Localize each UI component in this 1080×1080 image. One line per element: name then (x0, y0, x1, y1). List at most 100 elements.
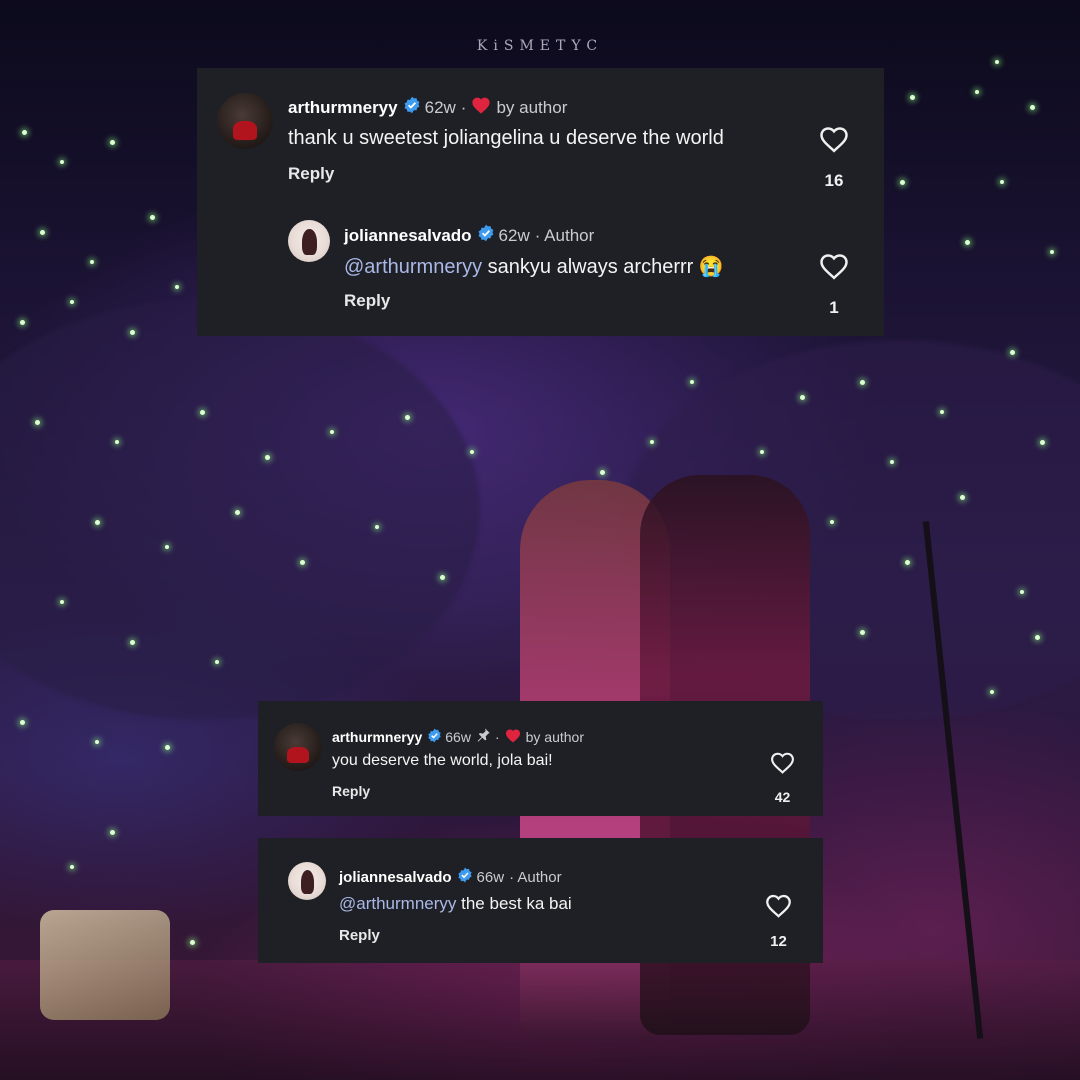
glow-stick (20, 720, 25, 725)
glow-stick (200, 410, 205, 415)
username[interactable]: joliannesalvado (344, 226, 472, 246)
comment-text: @arthurmneryy the best ka bai (339, 894, 572, 914)
glow-stick (165, 745, 170, 750)
glow-stick (600, 470, 605, 475)
verified-badge-icon (427, 728, 442, 746)
avatar[interactable] (288, 862, 326, 900)
glow-stick (70, 865, 74, 869)
verified-badge-icon (477, 224, 495, 247)
glow-stick (60, 600, 64, 604)
glow-stick (22, 130, 27, 135)
comment-text: thank u sweetest joliangelina u deserve … (288, 127, 724, 149)
username[interactable]: joliannesalvado (339, 869, 452, 886)
glow-stick (830, 520, 834, 524)
comment-age: 66w (445, 728, 471, 745)
glow-stick (35, 420, 40, 425)
glow-stick (1000, 180, 1004, 184)
reply-button[interactable]: Reply (339, 927, 380, 944)
glow-stick (1035, 635, 1040, 640)
like-heart-icon[interactable] (819, 252, 849, 285)
author-liked-heart-icon (471, 96, 491, 119)
comment-text: you deserve the world, jola bai! (332, 752, 553, 769)
avatar[interactable] (217, 93, 273, 149)
glow-stick (905, 560, 910, 565)
glow-stick (215, 660, 219, 664)
comment-card: joliannesalvado 66w · Author @arthurmner… (258, 838, 823, 963)
like-heart-icon[interactable] (819, 125, 849, 158)
glow-stick (150, 215, 155, 220)
glow-stick (860, 630, 865, 635)
comment-body: the best ka bai (456, 894, 572, 913)
glow-stick (405, 415, 410, 420)
glow-stick (90, 260, 94, 264)
username[interactable]: arthurmneryy (332, 729, 422, 745)
avatar[interactable] (274, 723, 322, 771)
comment-meta: arthurmneryy 66w · by author (332, 727, 584, 746)
glow-stick (60, 160, 64, 164)
glow-stick (20, 320, 25, 325)
glow-stick (115, 440, 119, 444)
comment-age: 62w (424, 97, 456, 117)
glow-stick (1040, 440, 1045, 445)
glow-stick (470, 450, 474, 454)
separator: · (494, 728, 500, 745)
comment-meta: joliannesalvado 62w · Author (344, 224, 594, 247)
glow-stick (175, 285, 179, 289)
arena-stands-left (0, 300, 480, 720)
like-count: 16 (824, 171, 844, 190)
comment-meta: arthurmneryy 62w · by author (288, 96, 567, 119)
comment-body: sankyu always archerrr 😭 (482, 256, 724, 278)
comment-age: 66w (476, 868, 505, 886)
glow-stick (330, 430, 334, 434)
glow-stick (440, 575, 445, 580)
like-count: 12 (770, 933, 787, 950)
glow-stick (990, 690, 994, 694)
glow-stick (995, 60, 999, 64)
glow-stick (650, 440, 654, 444)
glow-stick (110, 830, 115, 835)
verified-badge-icon (403, 96, 421, 119)
username[interactable]: arthurmneryy (288, 98, 398, 118)
mention-link[interactable]: @arthurmneryy (344, 256, 482, 278)
glow-stick (300, 560, 305, 565)
verified-badge-icon (457, 867, 473, 887)
like-count: 1 (829, 298, 839, 317)
glow-stick (1030, 105, 1035, 110)
reply-button[interactable]: Reply (332, 783, 370, 799)
author-tag: · Author (534, 225, 595, 245)
glow-stick (95, 740, 99, 744)
author-tag: · Author (509, 868, 562, 886)
glow-stick (110, 140, 115, 145)
like-count: 42 (774, 789, 791, 805)
glow-stick (95, 520, 100, 525)
stage-speaker (40, 910, 170, 1020)
glow-stick (190, 940, 195, 945)
mention-link[interactable]: @arthurmneryy (339, 894, 456, 913)
separator: · (460, 97, 467, 117)
reply-button[interactable]: Reply (344, 291, 390, 311)
glow-stick (1020, 590, 1024, 594)
watermark: KiSMETYC (476, 38, 604, 54)
glow-stick (960, 495, 965, 500)
liked-by-author-label: by author (496, 97, 568, 117)
glow-stick (690, 380, 694, 384)
like-heart-icon[interactable] (770, 751, 795, 779)
glow-stick (1010, 350, 1015, 355)
glow-stick (800, 395, 805, 400)
like-heart-icon[interactable] (765, 893, 792, 923)
comment-text: @arthurmneryy sankyu always archerrr 😭 (344, 254, 724, 279)
glow-stick (165, 545, 169, 549)
author-liked-heart-icon (505, 728, 521, 746)
glow-stick (900, 180, 905, 185)
reply-button[interactable]: Reply (288, 164, 334, 184)
glow-stick (890, 460, 894, 464)
glow-stick (375, 525, 379, 529)
glow-stick (40, 230, 45, 235)
glow-stick (70, 300, 74, 304)
glow-stick (860, 380, 865, 385)
pin-icon (475, 727, 491, 746)
glow-stick (1050, 250, 1054, 254)
comment-meta: joliannesalvado 66w · Author (339, 867, 562, 887)
glow-stick (940, 410, 944, 414)
avatar[interactable] (288, 220, 330, 262)
